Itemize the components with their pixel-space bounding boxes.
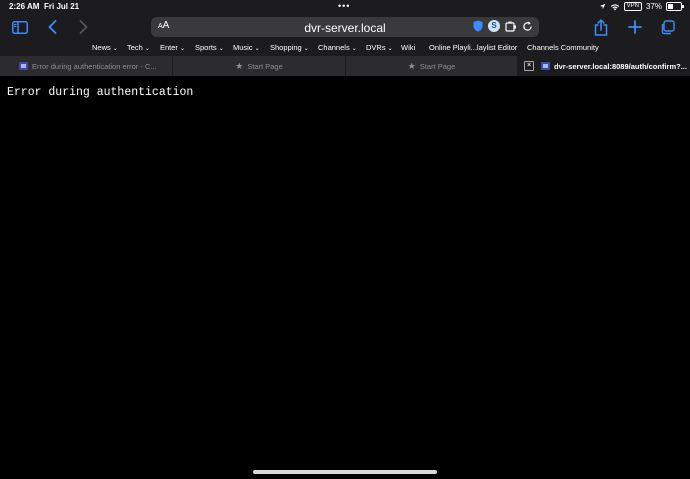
status-date: Fri Jul 21 [44,2,80,11]
ipad-safari-window: 2:26 AM Fri Jul 21 ••• VPN 37% AA dvr-se… [0,0,690,479]
extension-puzzle-icon[interactable] [505,21,517,32]
tab-title: dvr-server.local:8089/auth/confirm?... [554,61,687,71]
tab-start-page-1[interactable]: ★ Start Page [173,56,346,76]
reload-icon[interactable] [522,20,533,32]
back-chevron-icon[interactable] [48,17,57,37]
chevron-down-icon: ⌄ [303,46,309,52]
page-content: Error during authentication [0,76,690,479]
star-icon: ★ [235,60,244,71]
browser-toolbar: AA dvr-server.local S [0,14,690,40]
status-indicators: VPN 37% [599,2,684,11]
battery-percentage: 37% [645,2,662,11]
address-bar[interactable]: AA dvr-server.local S [151,17,539,37]
home-indicator[interactable] [253,470,437,474]
tab-overview-icon[interactable] [660,17,675,37]
tab-auth-confirm[interactable]: × dvr-server.local:8089/auth/confirm?... [518,56,690,76]
sidebar-toggle-icon[interactable] [12,17,28,37]
new-tab-plus-icon[interactable] [628,17,642,37]
bookmark-dvrs[interactable]: DVRs ⌄ [366,43,393,52]
battery-icon [666,2,684,11]
privacy-shield-icon[interactable] [473,20,483,32]
tab-bar: Error during authentication error - C...… [0,56,690,76]
status-time: 2:26 AM [9,2,40,11]
bookmark-wiki[interactable]: Wiki [401,43,415,52]
bookmark-channels-community[interactable]: Channels Community [527,43,599,52]
multitasking-dots-icon[interactable]: ••• [338,2,350,11]
chevron-down-icon: ⌄ [387,46,393,52]
channels-favicon-icon [541,62,550,70]
star-icon: ★ [407,60,416,71]
close-icon[interactable]: × [524,61,534,71]
wifi-icon [610,3,619,10]
chevron-down-icon: ⌄ [351,46,357,52]
bookmark-playlist-editor[interactable]: Online Playli...laylist Editor [429,43,517,52]
chevron-down-icon: ⌄ [144,46,150,52]
tab-error-auth[interactable]: Error during authentication error - C... [0,56,173,76]
chevron-down-icon: ⌄ [112,46,118,52]
bookmark-enter[interactable]: Enter ⌄ [160,43,185,52]
extension-icon[interactable]: S [488,20,500,32]
tab-start-page-2[interactable]: ★ Start Page [346,56,518,76]
favorites-bar: News ⌄ Tech ⌄ Enter ⌄ Sports ⌄ Music ⌄ Shoppi… [0,40,690,56]
bookmark-sports[interactable]: Sports ⌄ [195,43,224,52]
bookmark-shopping[interactable]: Shopping ⌄ [270,43,309,52]
tab-title: Start Page [247,61,283,71]
bookmark-news[interactable]: News ⌄ [92,43,118,52]
error-message: Error during authentication [7,86,194,99]
address-bar-icons: S [473,20,533,32]
bookmark-music[interactable]: Music ⌄ [233,43,260,52]
bookmark-channels[interactable]: Channels ⌄ [318,43,357,52]
channels-favicon-icon [19,62,28,70]
chevron-down-icon: ⌄ [254,46,260,52]
share-icon[interactable] [594,17,608,37]
forward-chevron-icon[interactable] [79,17,88,37]
tab-title: Start Page [419,61,456,71]
chevron-down-icon: ⌄ [179,46,185,52]
chevron-down-icon: ⌄ [218,46,224,52]
status-bar: 2:26 AM Fri Jul 21 ••• VPN 37% [0,0,690,14]
location-icon [599,3,605,10]
vpn-badge: VPN [623,2,642,11]
bookmark-tech[interactable]: Tech ⌄ [127,43,150,52]
tab-title: Error during authentication error - C... [32,61,157,71]
